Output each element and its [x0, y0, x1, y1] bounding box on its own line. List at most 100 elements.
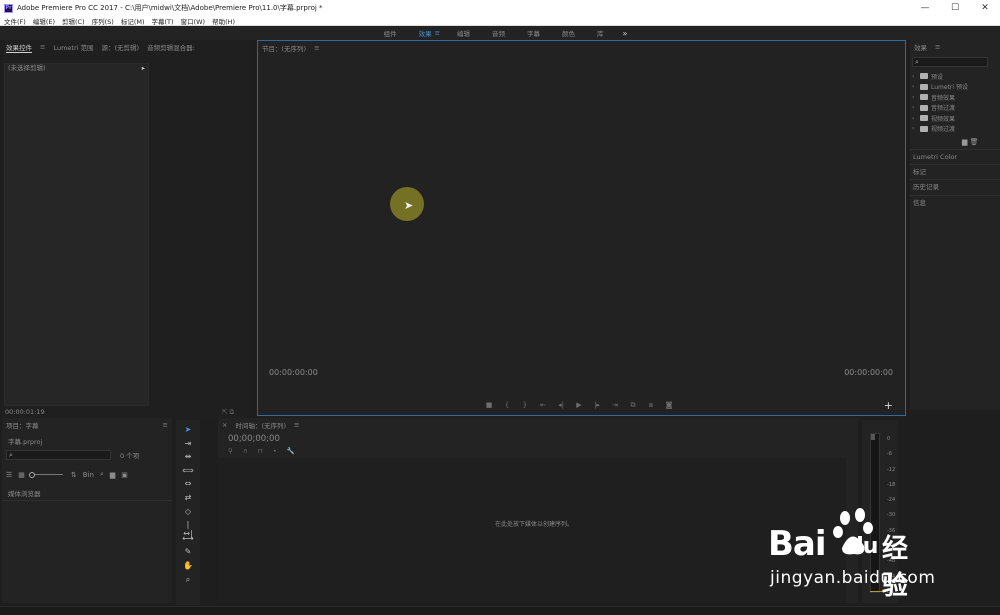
go-to-out-icon[interactable]: ⇥: [606, 401, 624, 410]
maximize-button[interactable]: ☐: [940, 0, 970, 16]
icon-view-icon[interactable]: ▦: [18, 471, 25, 479]
selection-tool-icon[interactable]: ➤: [182, 425, 194, 439]
step-back-icon[interactable]: ◂|: [552, 401, 570, 410]
rate-tool-icon[interactable]: ⇄: [182, 493, 194, 507]
effects-search-input[interactable]: ⌕: [912, 57, 988, 67]
section-info[interactable]: 信息: [910, 195, 1000, 210]
menu-help[interactable]: 帮助(H): [208, 16, 238, 26]
program-monitor-title[interactable]: 节目：(无序列): [258, 43, 310, 53]
timeline-title[interactable]: 时间轴：(无序列): [231, 420, 290, 430]
section-history[interactable]: 历史记录: [910, 179, 1000, 194]
menu-file[interactable]: 文件(F): [0, 16, 29, 26]
workspace-menu-icon[interactable]: ≡: [435, 29, 440, 37]
close-button[interactable]: ✕: [970, 0, 1000, 16]
find-icon[interactable]: ⌕: [100, 470, 104, 479]
workspace-more-icon[interactable]: »: [623, 29, 628, 38]
tab-effect-controls[interactable]: 效果控件: [2, 42, 36, 52]
export-frame-icon[interactable]: ⇱ ⧉: [222, 408, 234, 417]
timeline-timecode[interactable]: 00;00;00;00: [228, 434, 280, 444]
section-markers[interactable]: 标记: [910, 164, 1000, 179]
button-editor-plus-icon[interactable]: +: [884, 399, 893, 412]
linked-selection-icon[interactable]: ∩: [243, 447, 248, 455]
tab-source[interactable]: 源：(无剪辑): [98, 42, 144, 52]
chevron-right-icon[interactable]: ›: [912, 104, 920, 111]
tab-lumetri-scopes[interactable]: Lumetri 范围: [49, 42, 97, 52]
track-select-tool-icon[interactable]: ⇥: [182, 439, 194, 453]
tree-item-lumetri-presets[interactable]: › Lumetri 预设: [912, 82, 988, 93]
effects-tabs: 效果 ≡: [910, 40, 1000, 54]
menu-title[interactable]: 字幕(T): [148, 16, 177, 26]
step-forward-icon[interactable]: |▸: [588, 401, 606, 410]
mark-in-icon[interactable]: {: [498, 401, 516, 410]
effects-title[interactable]: 效果: [910, 42, 931, 52]
project-title[interactable]: 项目：字幕: [2, 420, 43, 430]
menu-clip[interactable]: 剪辑(C): [58, 16, 88, 26]
workspace-editing[interactable]: 编辑: [457, 28, 470, 38]
menu-sequence[interactable]: 序列(S): [88, 16, 117, 26]
list-view-icon[interactable]: ☰: [6, 471, 12, 479]
zoom-slider[interactable]: [28, 472, 63, 478]
workspace-titles[interactable]: 字幕: [527, 28, 540, 38]
tab-menu-icon[interactable]: ≡: [36, 43, 49, 51]
lift-icon[interactable]: ⧉: [624, 401, 642, 410]
menu-edit[interactable]: 编辑(E): [29, 16, 58, 26]
tree-item-video-effects[interactable]: › 视频效果: [912, 113, 988, 124]
chevron-right-icon[interactable]: ›: [912, 115, 920, 122]
tools-list: ➤ ⇥ ⇹ ⟺ ⇔ ⇄ ◇ |↔| ⟷ ✎ ✋ ⌕: [182, 425, 194, 588]
media-browser-tab[interactable]: 媒体浏览器: [2, 487, 172, 501]
workspace-libraries[interactable]: 库: [597, 28, 604, 38]
mouse-cursor-icon: ➤: [404, 199, 414, 212]
rolling-edit-tool-icon[interactable]: ⟺: [182, 466, 194, 480]
wrench-icon[interactable]: 🔧: [287, 447, 295, 455]
slide-tool-icon[interactable]: ⟷: [182, 534, 194, 548]
tree-item-video-transitions[interactable]: › 视频过渡: [912, 124, 988, 135]
section-lumetri-color[interactable]: Lumetri Color: [910, 149, 1000, 164]
new-bin-icon[interactable]: ▆: [110, 471, 115, 479]
hand-tool-icon[interactable]: ✋: [182, 561, 194, 575]
extract-icon[interactable]: ⧈: [642, 401, 660, 410]
sort-icon[interactable]: ⇅: [71, 471, 77, 479]
add-marker-icon[interactable]: ■: [480, 401, 498, 410]
program-monitor-panel[interactable]: 节目：(无序列) ≡ ➤ 00:00:00:00 00:00:00:00 ■ {…: [257, 40, 906, 416]
export-frame-camera-icon[interactable]: ◙: [660, 401, 678, 410]
play-icon[interactable]: ▶: [570, 401, 588, 410]
program-menu-icon[interactable]: ≡: [310, 44, 323, 52]
workspace-assembly[interactable]: 组件: [384, 28, 397, 38]
chevron-right-icon[interactable]: ›: [912, 73, 920, 80]
snap-icon[interactable]: ⚲: [228, 447, 233, 455]
project-search-input[interactable]: ⌕: [6, 450, 111, 460]
workspace-effects[interactable]: 效果: [419, 28, 432, 38]
tree-item-audio-transitions[interactable]: › 音频过渡: [912, 103, 988, 114]
automate-to-sequence-icon[interactable]: Bin: [83, 471, 94, 479]
new-bin-delete-icons[interactable]: ▆ 🗑: [962, 138, 979, 146]
menu-marker[interactable]: 标记(M): [117, 16, 148, 26]
workspace-audio[interactable]: 音频: [492, 28, 505, 38]
rate-stretch-tool-icon[interactable]: ⇔: [182, 479, 194, 493]
tree-item-presets[interactable]: › 预设: [912, 71, 988, 82]
minimize-button[interactable]: —: [910, 0, 940, 16]
chevron-right-icon[interactable]: ›: [912, 83, 920, 90]
project-menu-icon[interactable]: ≡: [159, 421, 172, 429]
effects-menu-icon[interactable]: ≡: [931, 43, 944, 51]
tree-item-audio-effects[interactable]: › 音频效果: [912, 92, 988, 103]
tab-audio-clip-mixer[interactable]: 音频剪辑混合器:: [143, 42, 199, 52]
chevron-right-icon[interactable]: ›: [912, 125, 920, 132]
pen-tool-icon[interactable]: ✎: [182, 547, 194, 561]
menu-window[interactable]: 窗口(W): [177, 16, 209, 26]
new-item-icon[interactable]: ▣: [121, 471, 128, 479]
go-to-in-icon[interactable]: ⇤: [534, 401, 552, 410]
razor-tool-icon[interactable]: ◇: [182, 507, 194, 521]
insert-overwrite-icon[interactable]: ⊓: [258, 447, 263, 455]
ripple-edit-tool-icon[interactable]: ⇹: [182, 452, 194, 466]
expand-arrow-icon[interactable]: ▸: [142, 63, 145, 74]
workspace-color[interactable]: 颜色: [562, 28, 575, 38]
playhead-timecode[interactable]: 00:00:00:00: [269, 368, 318, 377]
add-marker-icon[interactable]: •: [273, 447, 277, 455]
mark-out-icon[interactable]: }: [516, 401, 534, 410]
slip-tool-icon[interactable]: |↔|: [182, 520, 194, 538]
timeline-close-icon[interactable]: ×: [218, 421, 231, 429]
timeline-menu-icon[interactable]: ≡: [290, 421, 303, 429]
timeline-drop-area[interactable]: [218, 458, 846, 603]
zoom-tool-icon[interactable]: ⌕: [182, 575, 194, 589]
chevron-right-icon[interactable]: ›: [912, 94, 920, 101]
